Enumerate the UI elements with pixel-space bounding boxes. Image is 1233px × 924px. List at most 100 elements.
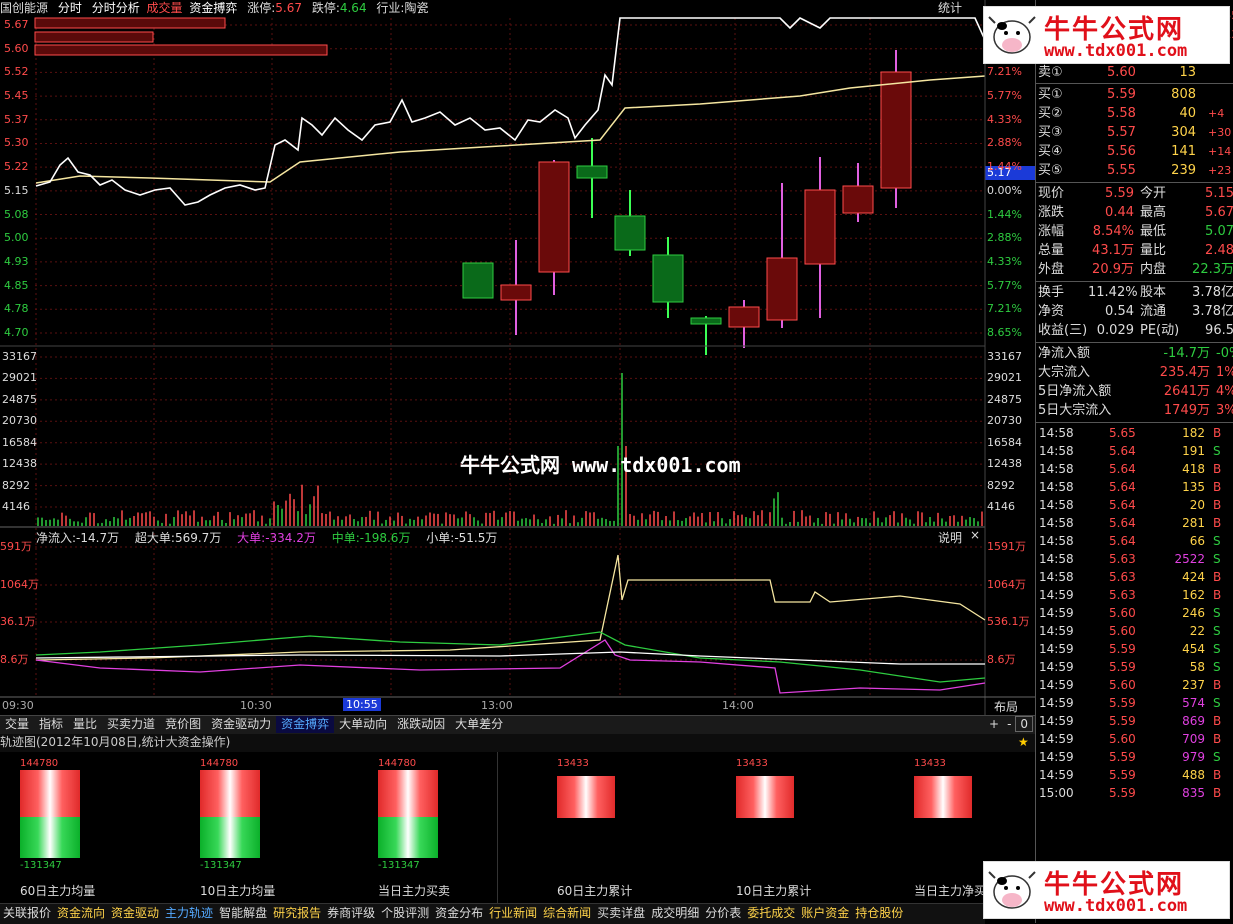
- quote-label: 量比: [1140, 243, 1167, 258]
- quote-value: 20.9万: [1092, 262, 1134, 277]
- order-book-row[interactable]: 买① 5.59 808: [1038, 85, 1233, 104]
- zoom-out-button[interactable]: -: [1003, 717, 1015, 731]
- tick-side: B: [1213, 498, 1222, 512]
- indicator-tab[interactable]: 资金驱动力: [206, 716, 276, 733]
- flow-stat-value: 2641万: [1163, 384, 1210, 399]
- bottom-nav-item[interactable]: 个股评测: [378, 904, 432, 923]
- flow-stat-percent: 3%: [1216, 403, 1233, 418]
- order-book-row[interactable]: 买④ 5.56 141 +14: [1038, 142, 1233, 161]
- legend-net: 净流入:-14.7万: [36, 531, 120, 545]
- legend-super: 超大单:569.7万: [134, 531, 222, 545]
- indicator-tab[interactable]: 交量: [0, 716, 34, 733]
- indicator-tab[interactable]: 大单差分: [450, 716, 508, 733]
- tick-time: 14:59: [1039, 768, 1074, 782]
- flow-stat-percent: -0%: [1216, 346, 1233, 361]
- bar-bottom-value: -131347: [20, 860, 62, 871]
- indicator-tab[interactable]: 涨跌动因: [392, 716, 450, 733]
- flow-stat-label: 5日大宗流入: [1038, 403, 1112, 418]
- tick-time: 14:59: [1039, 588, 1074, 602]
- order-level-label: 买④: [1038, 144, 1063, 159]
- tick-price: 5.60: [1109, 624, 1136, 638]
- candle-body: [880, 71, 912, 189]
- bottom-nav-item[interactable]: 券商评级: [324, 904, 378, 923]
- quote-row: 净资 0.54 流通 3.78亿: [1038, 302, 1233, 321]
- panel-subtitle: 轨迹图(2012年10月08日,统计大资金操作) ★: [0, 734, 1035, 752]
- tick-side: B: [1213, 732, 1222, 746]
- order-book-row[interactable]: 买② 5.58 40 +4: [1038, 104, 1233, 123]
- indicator-tab[interactable]: 竞价图: [160, 716, 206, 733]
- bottom-nav-item[interactable]: 智能解盘: [216, 904, 270, 923]
- indicator-tab[interactable]: 资金搏弈: [276, 716, 335, 733]
- candle-body: [728, 306, 760, 328]
- tick-row: 14:58 5.64 135 B: [1039, 478, 1233, 496]
- bar-top-value: 144780: [200, 758, 239, 769]
- zoom-in-button[interactable]: +: [985, 717, 1003, 731]
- tick-row: 14:59 5.59 58 S: [1039, 658, 1233, 676]
- site-watermark-bottom: 牛牛公式网 www.tdx001.com: [983, 861, 1230, 919]
- percent-tick-label: 1.44%: [987, 207, 1022, 221]
- tick-side: S: [1213, 552, 1221, 566]
- order-book-row[interactable]: 卖① 5.60 13: [1038, 63, 1233, 82]
- indicator-tab[interactable]: 量比: [68, 716, 102, 733]
- quote-row: 涨跌 0.44 最高 5.67: [1038, 203, 1233, 222]
- bar-top-value: 144780: [378, 758, 417, 769]
- bar-label: 当日主力净买: [914, 884, 987, 898]
- order-change: +4: [1208, 107, 1225, 120]
- tick-volume: 58: [1189, 660, 1205, 674]
- tick-volume: 488: [1182, 768, 1205, 782]
- candle-body: [500, 284, 532, 301]
- help-button[interactable]: 说明: [938, 529, 962, 546]
- volume-tick-label: 8292: [2, 478, 30, 492]
- price-volume-chart[interactable]: [0, 0, 1035, 715]
- main-chart-panel[interactable]: 国创能源 分时 分时分析 成交量 资金搏弈 涨停:5.67 跌停:4.64 行业…: [0, 0, 1037, 715]
- price-tick-label: 5.52: [4, 65, 29, 79]
- tick-volume: 418: [1182, 462, 1205, 476]
- price-tick-label: 5.00: [4, 231, 29, 245]
- flow-line: [35, 639, 986, 694]
- reset-button[interactable]: 0: [1015, 716, 1034, 732]
- bottom-nav-item[interactable]: 主力轨迹: [162, 904, 216, 923]
- tick-row: 14:58 5.65 182 B: [1039, 424, 1233, 442]
- bottom-nav-item[interactable]: 买卖详盘: [594, 904, 648, 923]
- price-tick-label: 4.93: [4, 254, 29, 268]
- bottom-nav-item[interactable]: 持仓股份: [852, 904, 906, 923]
- close-icon[interactable]: ×: [970, 528, 980, 542]
- order-book-row[interactable]: 买⑤ 5.55 239 +23: [1038, 161, 1233, 180]
- bottom-nav-item[interactable]: 综合新闻: [540, 904, 594, 923]
- tick-time: 14:59: [1039, 642, 1074, 656]
- flow-stat-row: 5日大宗流入 1749万 3%: [1038, 401, 1233, 420]
- indicator-tab[interactable]: 买卖力道: [102, 716, 160, 733]
- price-tick-label: 4.85: [4, 278, 29, 292]
- separator: [1036, 83, 1233, 84]
- quote-value: 43.1万: [1092, 243, 1134, 258]
- order-volume: 808: [1171, 87, 1196, 102]
- layout-button[interactable]: 布局: [994, 698, 1018, 715]
- bottom-nav-item[interactable]: 委托成交: [744, 904, 798, 923]
- bottom-nav-item[interactable]: 成交明细: [648, 904, 702, 923]
- star-icon[interactable]: ★: [1018, 734, 1029, 751]
- bottom-nav-item[interactable]: 研究报告: [270, 904, 324, 923]
- outflow-bar: [20, 817, 80, 858]
- panel-divider: [497, 752, 498, 903]
- bottom-nav-item[interactable]: 资金流向: [54, 904, 108, 923]
- quote-value: 5.15: [1205, 186, 1233, 201]
- time-label: 14:00: [722, 699, 754, 712]
- bottom-nav-item[interactable]: 分价表: [702, 904, 744, 923]
- indicator-tab[interactable]: 大单动向: [334, 716, 392, 733]
- candle-body: [614, 215, 646, 251]
- bottom-nav-item[interactable]: 关联报价: [0, 904, 54, 923]
- bottom-nav-item[interactable]: 资金分布: [432, 904, 486, 923]
- order-book-row[interactable]: 买③ 5.57 304 +30: [1038, 123, 1233, 142]
- flow-tick-label: 591万: [0, 540, 32, 553]
- tick-price: 5.59: [1109, 786, 1136, 800]
- bottom-nav-item[interactable]: 行业新闻: [486, 904, 540, 923]
- tick-side: B: [1213, 480, 1222, 494]
- outflow-bar: [200, 817, 260, 858]
- tick-price: 5.59: [1109, 714, 1136, 728]
- indicator-tab[interactable]: 指标: [34, 716, 68, 733]
- bottom-nav-item[interactable]: 资金驱动: [108, 904, 162, 923]
- percent-tick-label: 5.77%: [987, 278, 1022, 292]
- percent-tick-label: 7.21%: [987, 65, 1022, 79]
- separator: [1036, 281, 1233, 282]
- bottom-nav-item[interactable]: 账户资金: [798, 904, 852, 923]
